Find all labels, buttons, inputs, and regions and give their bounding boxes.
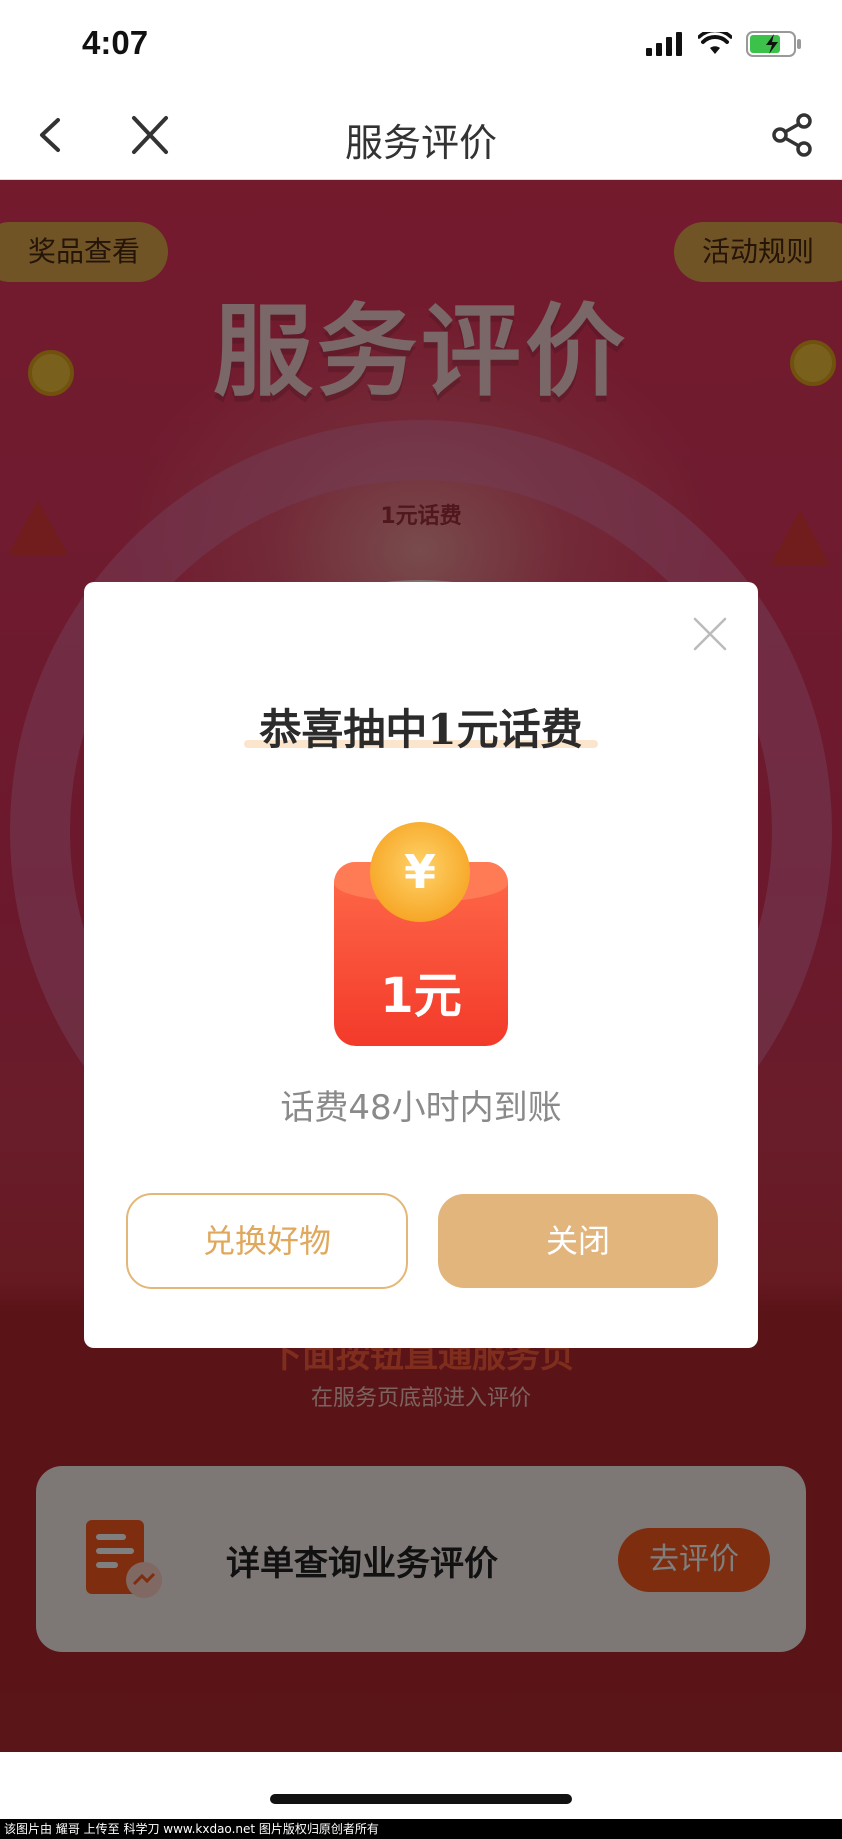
- close-button[interactable]: 关闭: [438, 1194, 718, 1288]
- home-indicator[interactable]: [270, 1794, 572, 1804]
- dialog-title: 恭喜抽中1元话费: [259, 705, 583, 754]
- wifi-icon: [698, 32, 732, 54]
- dialog-close-icon[interactable]: [692, 616, 728, 652]
- battery-charging-icon: [746, 31, 801, 57]
- arrival-note: 话费48小时内到账: [280, 1088, 562, 1128]
- exchange-goods-button[interactable]: 兑换好物: [126, 1193, 408, 1289]
- status-bar: 4:07: [0, 0, 842, 90]
- watermark-footer: 该图片由 耀哥 上传至 科学刀 www.kxdao.net 图片版权归原创者所有: [0, 1819, 842, 1839]
- share-icon[interactable]: [770, 112, 816, 158]
- red-envelope: ¥ 1元: [334, 822, 508, 1046]
- cellular-signal-icon: [646, 32, 682, 56]
- nav-bar: 服务评价: [0, 90, 842, 180]
- envelope-amount: 1元: [380, 968, 462, 1024]
- status-time: 4:07: [82, 24, 149, 61]
- yuan-coin-icon: ¥: [370, 822, 470, 922]
- home-bar: [0, 1752, 842, 1819]
- status-icons: [646, 30, 802, 58]
- page-title: 服务评价: [344, 121, 497, 165]
- prize-dialog: 恭喜抽中1元话费 ¥ 1元 话费48小时内到账 兑换好物 关闭: [84, 582, 758, 1348]
